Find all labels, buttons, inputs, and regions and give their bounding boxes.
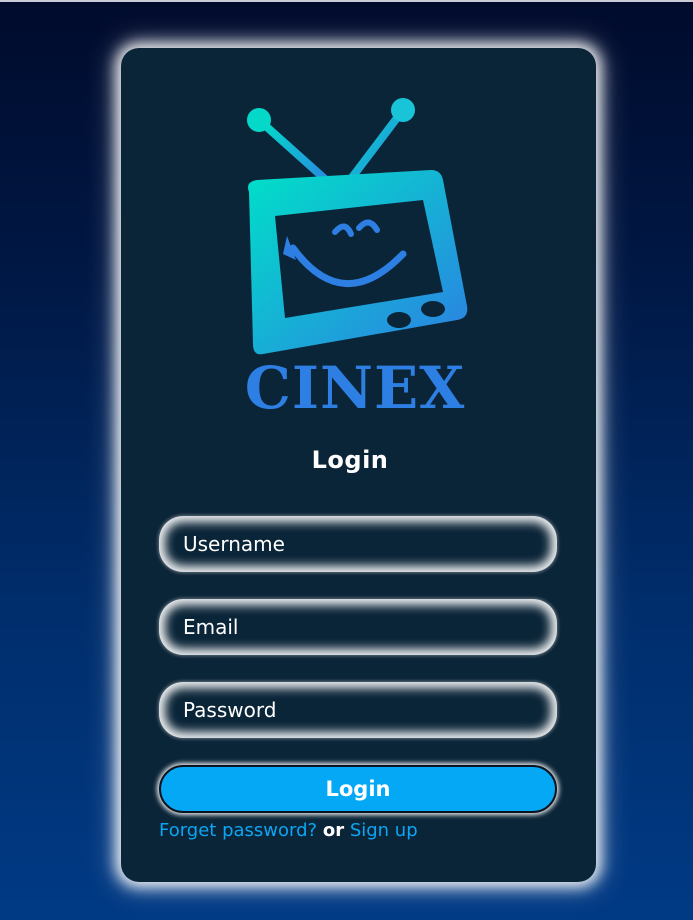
page-title: Login <box>311 446 389 474</box>
cinex-logo: CINEX <box>239 96 471 416</box>
logo-wordmark: CINEX <box>245 354 466 416</box>
top-strip <box>0 0 693 2</box>
login-card: CINEX Login Login Forget password? or Si… <box>121 48 596 882</box>
forgot-password-link[interactable]: Forget password? <box>159 820 317 841</box>
tv-smiley-logo-icon: CINEX <box>245 98 468 416</box>
sign-up-link[interactable]: Sign up <box>350 820 418 841</box>
username-input[interactable] <box>183 516 533 572</box>
username-field[interactable] <box>159 516 557 572</box>
password-input[interactable] <box>183 682 533 738</box>
email-field[interactable] <box>159 599 557 655</box>
account-links: Forget password? or Sign up <box>159 820 418 841</box>
email-input[interactable] <box>183 599 533 655</box>
or-separator: or <box>322 820 345 841</box>
login-button[interactable]: Login <box>159 765 557 813</box>
password-field[interactable] <box>159 682 557 738</box>
